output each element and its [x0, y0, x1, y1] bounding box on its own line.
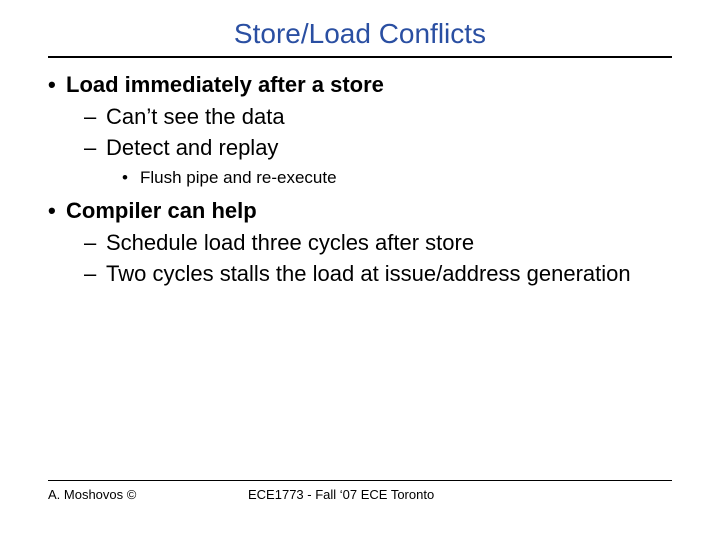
footer-author: A. Moshovos ©: [48, 487, 248, 502]
slide-content: Load immediately after a store Can’t see…: [48, 70, 672, 289]
bullet-lvl2: Detect and replay: [48, 133, 672, 163]
bullet-lvl2: Can’t see the data: [48, 102, 672, 132]
footer-course: ECE1773 - Fall ‘07 ECE Toronto: [248, 487, 672, 502]
bullet-lvl2: Schedule load three cycles after store: [48, 228, 672, 258]
bullet-lvl1: Compiler can help: [48, 196, 672, 226]
slide-footer: A. Moshovos © ECE1773 - Fall ‘07 ECE Tor…: [48, 480, 672, 502]
title-divider: [48, 56, 672, 58]
bullet-lvl1: Load immediately after a store: [48, 70, 672, 100]
footer-divider: [48, 480, 672, 481]
bullet-lvl2: Two cycles stalls the load at issue/addr…: [48, 259, 672, 289]
slide-title: Store/Load Conflicts: [48, 18, 672, 50]
bullet-lvl3: Flush pipe and re-execute: [48, 167, 672, 190]
